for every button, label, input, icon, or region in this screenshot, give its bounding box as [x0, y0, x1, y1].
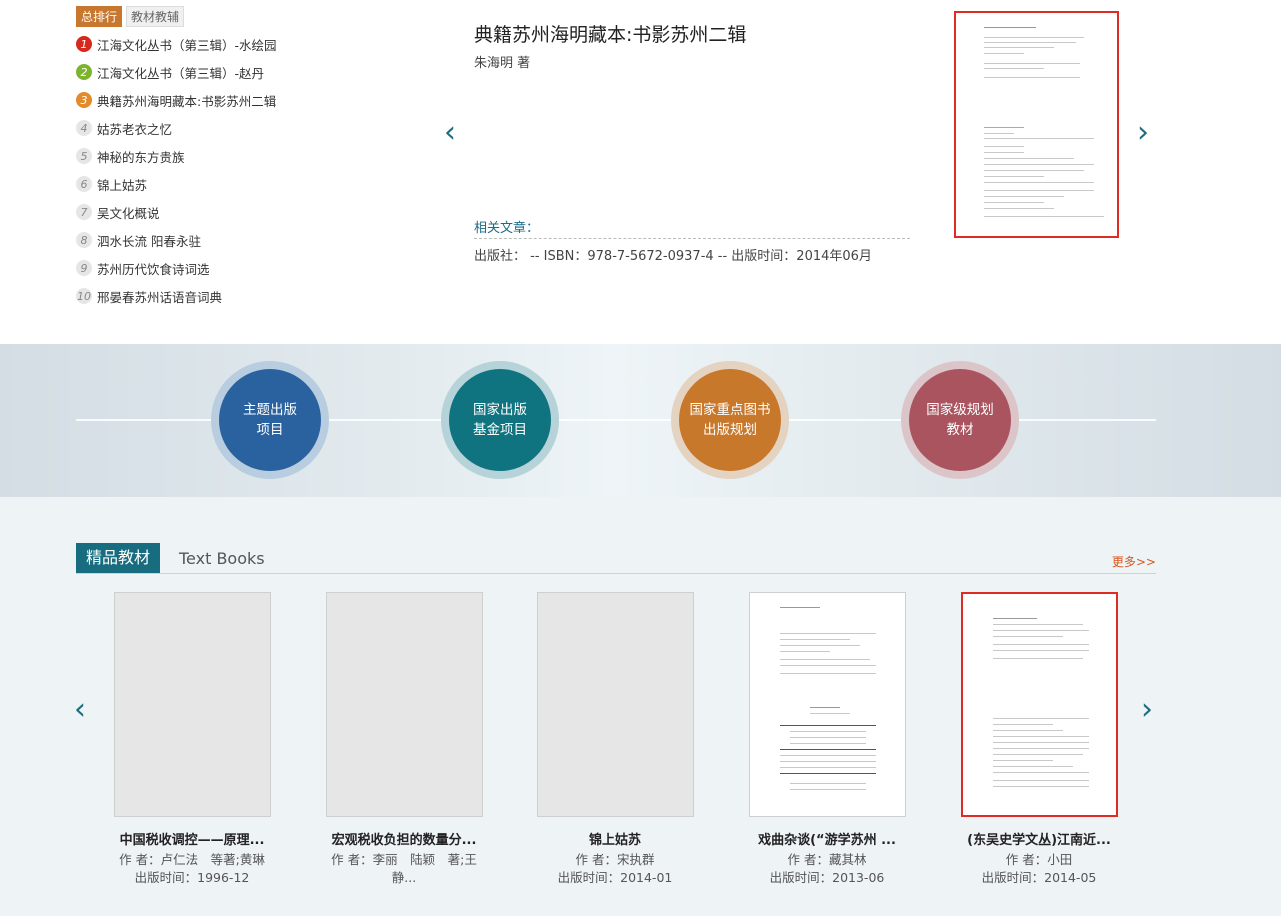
ranking-item[interactable]: 10 邢晏春苏州话语音词典	[76, 282, 277, 310]
top-section: 总排行 教材教辅 1 江海文化丛书（第三辑）-水绘园 2 江海文化丛书（第三辑）-赵…	[0, 0, 1281, 344]
cover-page-image	[750, 593, 905, 816]
ranking-item-title: 苏州历代饮食诗词选	[97, 261, 210, 277]
ranking-item-title: 邢晏春苏州话语音词典	[97, 289, 223, 305]
national-key-books-label: 国家重点图书 出版规划	[679, 369, 781, 471]
book-date: 出版时间：2014-05	[981, 870, 1097, 885]
ranking-item[interactable]: 4 姑苏老衣之忆	[76, 114, 277, 142]
topic-publishing-label: 主题出版 项目	[219, 369, 321, 471]
book-title[interactable]: 中国税收调控——原理...	[92, 829, 292, 848]
national-textbook-label: 国家级规划 教材	[909, 369, 1011, 471]
book-cover-placeholder[interactable]	[536, 592, 694, 817]
rank-badge: 8	[76, 232, 92, 248]
rank-badge: 1	[76, 36, 92, 52]
ranking-item-title: 江海文化丛书（第三辑）-水绘园	[97, 37, 277, 53]
rank-badge: 3	[76, 92, 92, 108]
ranking-item[interactable]: 8 泗水长流 阳春永驻	[76, 226, 277, 254]
featured-book-cover[interactable]	[954, 11, 1119, 238]
featured-book-author: 朱海明 著	[474, 56, 531, 71]
chevron-left-icon[interactable]: ‹	[444, 118, 456, 148]
chevron-right-icon[interactable]: ›	[1137, 118, 1149, 148]
ranking-item-title: 姑苏老衣之忆	[97, 121, 173, 137]
tab-overall-ranking[interactable]: 总排行	[76, 6, 123, 27]
book-cover-image[interactable]	[960, 592, 1118, 817]
rank-badge: 6	[76, 176, 92, 192]
rank-badge: 9	[76, 260, 92, 276]
chevron-left-icon[interactable]: ‹	[74, 695, 86, 725]
topic-publishing-button[interactable]: 主题出版 项目	[211, 361, 329, 479]
ranking-item[interactable]: 9 苏州历代饮食诗词选	[76, 254, 277, 282]
chevron-right-icon[interactable]: ›	[1141, 695, 1153, 725]
section-title-en: Text Books	[179, 549, 265, 568]
national-key-books-button[interactable]: 国家重点图书 出版规划	[671, 361, 789, 479]
book-title[interactable]: 宏观税收负担的数量分...	[304, 829, 504, 848]
rank-badge: 5	[76, 148, 92, 164]
book-author: 作 者：李丽 陆颖 著;王静...	[331, 852, 477, 885]
ranking-item-title: 锦上姑苏	[97, 177, 148, 193]
rank-badge: 7	[76, 204, 92, 220]
ranking-item[interactable]: 7 吴文化概说	[76, 198, 277, 226]
ranking-item[interactable]: 6 锦上姑苏	[76, 170, 277, 198]
book-title[interactable]: (东吴史学文丛)江南近...	[939, 829, 1139, 848]
featured-pub-info: 出版社： -- ISBN：978-7-5672-0937-4 -- 出版时间：2…	[474, 249, 872, 264]
book-card[interactable]: 中国税收调控——原理... 作 者：卢仁法 等著;黄琳 出版时间：1996-12	[92, 592, 292, 887]
ranking-list: 1 江海文化丛书（第三辑）-水绘园 2 江海文化丛书（第三辑）-赵丹 3 典籍苏州海明…	[76, 30, 277, 310]
book-date: 出版时间：2013-06	[769, 870, 885, 885]
ranking-item-title: 泗水长流 阳春永驻	[97, 233, 201, 249]
book-author: 作 者：藏其林	[787, 852, 867, 867]
book-cover-placeholder[interactable]	[113, 592, 271, 817]
ranking-item-title: 典籍苏州海明藏本:书影苏州二辑	[97, 93, 277, 109]
textbooks-section: 精品教材 Text Books 更多>> ‹ › 中国税收调控——原理... 作…	[0, 497, 1281, 916]
book-card[interactable]: (东吴史学文丛)江南近... 作 者：小田 出版时间：2014-05	[939, 592, 1139, 887]
publication-category-banner: 主题出版 项目 国家出版 基金项目 国家重点图书 出版规划 国家级规划 教材	[0, 344, 1281, 497]
book-cover-image[interactable]	[748, 592, 906, 817]
book-title[interactable]: 锦上姑苏	[515, 829, 715, 848]
ranking-item-title: 吴文化概说	[97, 205, 160, 221]
rank-badge: 4	[76, 120, 92, 136]
tab-textbook-ranking[interactable]: 教材教辅	[126, 6, 185, 27]
book-title[interactable]: 戏曲杂谈(“游学苏州 ...	[727, 829, 927, 848]
related-articles-label[interactable]: 相关文章：	[474, 217, 910, 239]
cover-page-image	[963, 594, 1116, 815]
cover-page-image	[962, 17, 1111, 232]
rank-badge: 2	[76, 64, 92, 80]
ranking-item[interactable]: 2 江海文化丛书（第三辑）-赵丹	[76, 58, 277, 86]
more-link[interactable]: 更多>>	[1112, 553, 1156, 570]
national-textbook-button[interactable]: 国家级规划 教材	[901, 361, 1019, 479]
national-fund-label: 国家出版 基金项目	[449, 369, 551, 471]
ranking-item[interactable]: 5 神秘的东方贵族	[76, 142, 277, 170]
book-author: 作 者：小田	[1005, 852, 1073, 867]
section-title-cn: 精品教材	[76, 543, 161, 573]
book-card[interactable]: 戏曲杂谈(“游学苏州 ... 作 者：藏其林 出版时间：2013-06	[727, 592, 927, 887]
ranking-item[interactable]: 3 典籍苏州海明藏本:书影苏州二辑	[76, 86, 277, 114]
book-author: 作 者：宋执群	[575, 852, 655, 867]
section-header: 精品教材 Text Books 更多>>	[76, 543, 1156, 574]
book-date: 出版时间：1996-12	[134, 870, 250, 885]
book-date: 出版时间：2014-01	[557, 870, 673, 885]
ranking-item[interactable]: 1 江海文化丛书（第三辑）-水绘园	[76, 30, 277, 58]
ranking-item-title: 江海文化丛书（第三辑）-赵丹	[97, 65, 265, 81]
rank-badge: 10	[76, 288, 92, 304]
book-card[interactable]: 锦上姑苏 作 者：宋执群 出版时间：2014-01	[515, 592, 715, 887]
ranking-tabs: 总排行 教材教辅	[76, 6, 185, 27]
book-cover-placeholder[interactable]	[325, 592, 483, 817]
featured-book-title[interactable]: 典籍苏州海明藏本:书影苏州二辑	[474, 20, 746, 47]
book-card[interactable]: 宏观税收负担的数量分... 作 者：李丽 陆颖 著;王静...	[304, 592, 504, 887]
ranking-item-title: 神秘的东方贵族	[97, 149, 185, 165]
book-author: 作 者：卢仁法 等著;黄琳	[119, 852, 265, 867]
national-fund-button[interactable]: 国家出版 基金项目	[441, 361, 559, 479]
